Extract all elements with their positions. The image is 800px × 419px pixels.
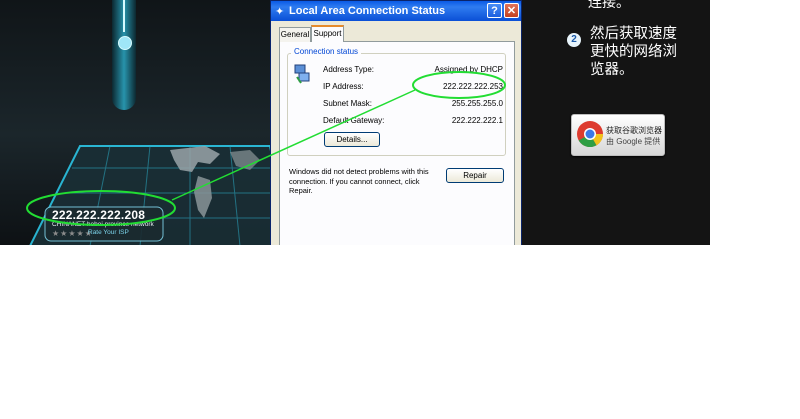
tab-support[interactable]: Support: [311, 25, 344, 42]
ip-address-label: IP Address:: [323, 82, 364, 91]
address-type-label: Address Type:: [323, 65, 374, 74]
detected-ip: 222.222.222.208: [52, 208, 146, 222]
get-chrome-button[interactable]: 获取谷歌浏览器 由 Google 提供: [571, 114, 665, 156]
world-map: [170, 146, 260, 218]
close-button[interactable]: ✕: [504, 3, 519, 18]
default-gateway-value: 222.222.222.1: [451, 116, 503, 125]
promo-top-text: 连接。: [588, 0, 630, 10]
promo-step-text: 然后获取速度更快的网络浏览器。: [590, 26, 677, 78]
dialog-title: Local Area Connection Status: [289, 5, 446, 17]
tab-general[interactable]: General: [279, 27, 311, 42]
rate-isp-link[interactable]: Rate Your ISP: [88, 229, 129, 236]
ip-address-value: 222.222.222.253: [442, 82, 503, 91]
connection-status-dialog: ✦ Local Area Connection Status ? ✕ Gener…: [270, 0, 522, 245]
network-adapter-icon: [294, 64, 310, 84]
gauge-knob: [118, 36, 132, 50]
repair-button[interactable]: Repair: [446, 168, 504, 183]
gauge-needle: [123, 0, 125, 32]
chrome-button-line1: 获取谷歌浏览器: [606, 126, 662, 135]
rating-stars[interactable]: ★★★★★: [52, 229, 93, 238]
diagnostic-message: Windows did not detect problems with thi…: [289, 167, 429, 195]
subnet-mask-value: 255.255.255.0: [451, 99, 503, 108]
speedtest-panel: 222.222.222.208 CHINANET hebei province …: [0, 0, 270, 245]
subnet-mask-label: Subnet Mask:: [323, 99, 372, 108]
step-number-badge: 2: [567, 33, 581, 47]
isp-name: CHINANET hebei province network: [52, 221, 154, 228]
default-gateway-label: Default Gateway:: [323, 116, 385, 125]
chrome-icon: [577, 121, 604, 148]
details-button[interactable]: Details...: [324, 132, 380, 147]
help-button[interactable]: ?: [487, 3, 502, 18]
screenshot-scene: 222.222.222.208 CHINANET hebei province …: [0, 0, 710, 245]
chrome-button-line2: 由 Google 提供: [606, 137, 661, 146]
dialog-titlebar[interactable]: ✦ Local Area Connection Status ? ✕: [271, 1, 521, 21]
address-type-value: Assigned by DHCP: [434, 65, 503, 74]
network-tray-icon: ✦: [275, 6, 285, 18]
group-title: Connection status: [291, 47, 362, 56]
